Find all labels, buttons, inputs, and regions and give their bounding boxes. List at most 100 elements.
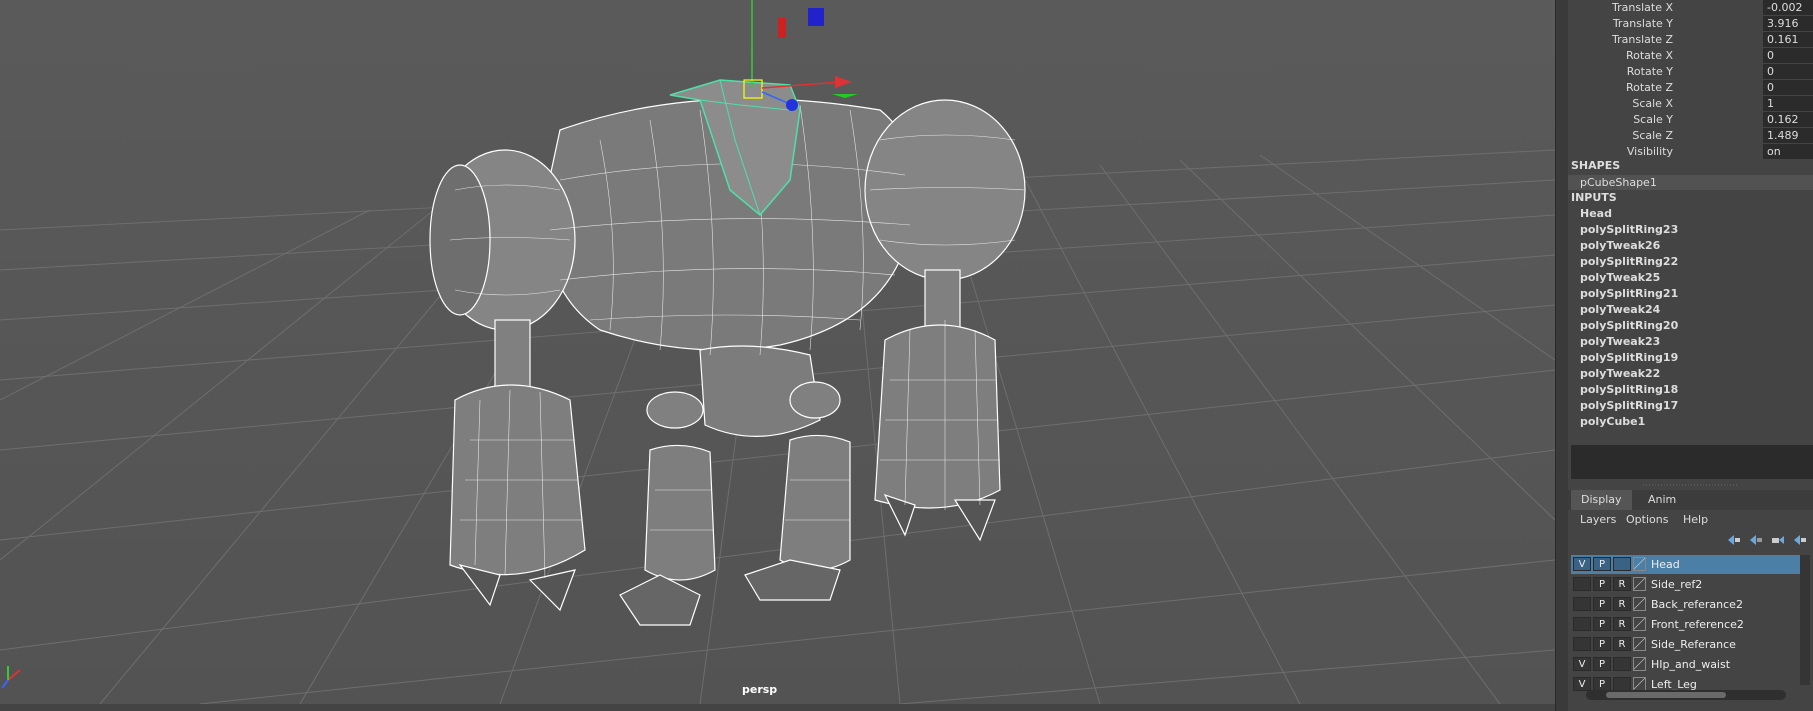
layer-playback-toggle[interactable]: P [1593, 657, 1611, 671]
input-node-item[interactable]: polyTweak24 [1580, 303, 1660, 316]
layer-reference-toggle[interactable] [1613, 557, 1631, 571]
layer-playback-toggle[interactable]: P [1593, 617, 1611, 631]
attr-value-field[interactable]: -0.002 [1763, 0, 1813, 15]
layer-visibility-toggle[interactable] [1573, 597, 1591, 611]
layer-reference-toggle[interactable]: R [1613, 637, 1631, 651]
move-layer-down-icon[interactable] [1750, 535, 1762, 545]
input-node-item[interactable]: polySplitRing17 [1580, 399, 1678, 412]
input-node-item[interactable]: polySplitRing20 [1580, 319, 1678, 332]
layer-visibility-toggle[interactable] [1573, 617, 1591, 631]
attr-label: Visibility [1626, 145, 1673, 158]
attr-row-rotate-y[interactable]: Rotate Y 0 [1568, 64, 1813, 80]
input-node-item[interactable]: polySplitRing21 [1580, 287, 1678, 300]
tab-display[interactable]: Display [1571, 490, 1632, 510]
layer-color-swatch[interactable] [1633, 657, 1646, 671]
layer-playback-toggle[interactable]: P [1593, 637, 1611, 651]
perspective-viewport[interactable]: persp [0, 0, 1555, 704]
attr-row-translate-y[interactable]: Translate Y 3.916 [1568, 16, 1813, 32]
move-layer-up-icon[interactable] [1728, 535, 1740, 545]
input-node-item[interactable]: polyTweak25 [1580, 271, 1660, 284]
attr-label: Scale Z [1632, 129, 1673, 142]
attr-label: Scale Y [1633, 113, 1673, 126]
ground-grid [0, 0, 1555, 704]
attr-label: Rotate X [1625, 49, 1673, 62]
camera-label: persp [742, 683, 778, 696]
menu-layers[interactable]: Layers [1580, 513, 1616, 526]
layer-reference-toggle[interactable]: R [1613, 577, 1631, 591]
attr-label: Rotate Z [1625, 81, 1673, 94]
layer-playback-toggle[interactable]: P [1593, 577, 1611, 591]
layer-row[interactable]: P R Back_referance2 [1571, 595, 1810, 614]
input-node-item[interactable]: polyTweak26 [1580, 239, 1660, 252]
shape-node-row[interactable]: pCubeShape1 [1568, 175, 1813, 190]
layer-color-swatch[interactable] [1633, 597, 1646, 611]
layer-visibility-toggle[interactable] [1573, 637, 1591, 651]
input-node-item[interactable]: polySplitRing18 [1580, 383, 1678, 396]
shapes-header: SHAPES [1571, 159, 1621, 172]
attr-value-field[interactable]: on [1763, 144, 1813, 159]
new-layer-icon[interactable] [1772, 535, 1784, 545]
layer-horizontal-scrollbar[interactable] [1586, 690, 1786, 700]
panel-splitter[interactable] [1555, 0, 1569, 711]
attr-value-field[interactable]: 0 [1763, 48, 1813, 63]
attr-row-visibility[interactable]: Visibility on [1568, 144, 1813, 160]
layer-row[interactable]: V P HIp_and_waist [1571, 655, 1810, 674]
panel-divider[interactable] [1568, 480, 1813, 490]
tab-anim[interactable]: Anim [1638, 490, 1686, 510]
layer-color-swatch[interactable] [1633, 617, 1646, 631]
attr-row-scale-z[interactable]: Scale Z 1.489 [1568, 128, 1813, 144]
attr-row-scale-x[interactable]: Scale X 1 [1568, 96, 1813, 112]
layer-name: Back_referance2 [1651, 598, 1743, 611]
layer-visibility-toggle[interactable]: V [1573, 557, 1591, 571]
layer-name: Side_ref2 [1651, 578, 1703, 591]
layer-row[interactable]: V P Head [1571, 555, 1810, 574]
attr-row-translate-z[interactable]: Translate Z 0.161 [1568, 32, 1813, 48]
attr-value-field[interactable]: 0.161 [1763, 32, 1813, 47]
attr-row-rotate-z[interactable]: Rotate Z 0 [1568, 80, 1813, 96]
layer-playback-toggle[interactable]: P [1593, 557, 1611, 571]
scrollbar-thumb[interactable] [1606, 692, 1726, 698]
attr-value-field[interactable]: 1 [1763, 96, 1813, 111]
layer-playback-toggle[interactable]: P [1593, 597, 1611, 611]
layer-row[interactable]: P R Side_ref2 [1571, 575, 1810, 594]
robot-model [429, 79, 1026, 626]
layer-row[interactable]: P R Side_Referance [1571, 635, 1810, 654]
attr-value-field[interactable]: 0 [1763, 64, 1813, 79]
layer-visibility-toggle[interactable]: V [1573, 677, 1591, 691]
attr-value-field[interactable]: 0 [1763, 80, 1813, 95]
layer-reference-toggle[interactable]: R [1613, 617, 1631, 631]
layer-visibility-toggle[interactable] [1573, 577, 1591, 591]
axis-indicator [1, 666, 21, 689]
attr-row-rotate-x[interactable]: Rotate X 0 [1568, 48, 1813, 64]
new-layer-selected-icon[interactable] [1794, 535, 1806, 545]
menu-help[interactable]: Help [1683, 513, 1708, 526]
menu-options[interactable]: Options [1626, 513, 1668, 526]
layer-color-swatch[interactable] [1633, 577, 1646, 591]
layer-playback-toggle[interactable]: P [1593, 677, 1611, 691]
attr-row-translate-x[interactable]: Translate X -0.002 [1568, 0, 1813, 16]
input-node-item[interactable]: polyTweak22 [1580, 367, 1660, 380]
layer-reference-toggle[interactable] [1613, 677, 1631, 691]
input-node-item[interactable]: polySplitRing22 [1580, 255, 1678, 268]
attr-label: Scale X [1632, 97, 1673, 110]
input-node-item[interactable]: polySplitRing19 [1580, 351, 1678, 364]
attr-row-scale-y[interactable]: Scale Y 0.162 [1568, 112, 1813, 128]
layer-color-swatch[interactable] [1633, 557, 1646, 571]
layer-name: Front_reference2 [1651, 618, 1744, 631]
layer-vertical-scrollbar[interactable] [1800, 555, 1810, 685]
layer-color-swatch[interactable] [1633, 677, 1646, 691]
input-node-item[interactable]: polyCube1 [1580, 415, 1645, 428]
layer-row[interactable]: P R Front_reference2 [1571, 615, 1810, 634]
layer-color-swatch[interactable] [1633, 637, 1646, 651]
attr-value-field[interactable]: 1.489 [1763, 128, 1813, 143]
input-node-item[interactable]: polyTweak23 [1580, 335, 1660, 348]
attr-value-field[interactable]: 0.162 [1763, 112, 1813, 127]
notes-field[interactable] [1571, 445, 1813, 479]
layer-visibility-toggle[interactable]: V [1573, 657, 1591, 671]
input-node-item[interactable]: Head [1580, 207, 1612, 220]
input-node-item[interactable]: polySplitRing23 [1580, 223, 1678, 236]
layer-reference-toggle[interactable] [1613, 657, 1631, 671]
layer-reference-toggle[interactable]: R [1613, 597, 1631, 611]
layer-menu-bar: Layers Options Help [1568, 510, 1813, 530]
attr-value-field[interactable]: 3.916 [1763, 16, 1813, 31]
